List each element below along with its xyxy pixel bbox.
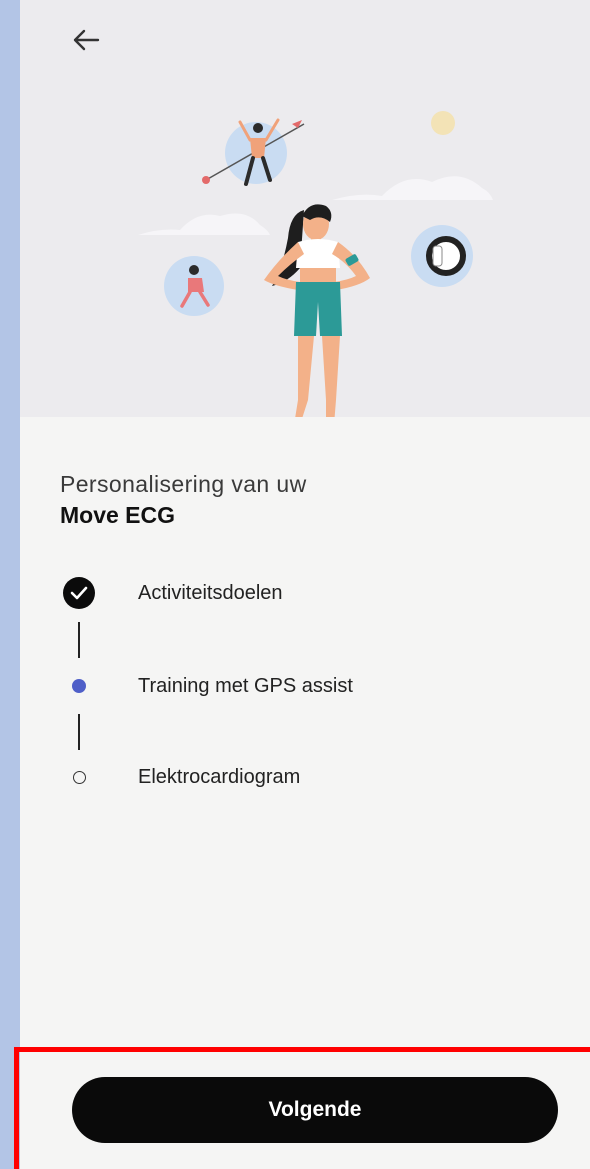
step-current-marker [60, 667, 98, 705]
arrow-left-icon [73, 29, 100, 51]
hero-illustration-area [20, 0, 590, 417]
step-item-activity-goals: Activiteitsdoelen [60, 574, 540, 614]
step-label: Elektrocardiogram [138, 766, 301, 788]
step-completed-marker [60, 574, 98, 612]
device-name-title: Move ECG [60, 502, 176, 528]
check-icon [70, 586, 88, 600]
step-connector-line [78, 622, 80, 658]
fitness-illustration [138, 111, 493, 417]
step-label: Activiteitsdoelen [138, 582, 283, 604]
dot-outline-icon [72, 770, 86, 784]
next-button[interactable]: Volgende [72, 1077, 558, 1143]
back-button[interactable] [64, 20, 108, 60]
setup-subtitle: Personalisering van uw [60, 471, 307, 497]
step-label: Training met GPS assist [138, 675, 353, 697]
onboarding-screen: Personalisering van uw Move ECG Activite… [0, 0, 590, 1169]
step-connector-line [78, 714, 80, 750]
left-edge-strip [0, 0, 20, 1169]
dot-filled-icon [72, 679, 86, 693]
step-pending-marker [60, 758, 98, 796]
step-item-gps-training: Training met GPS assist [60, 667, 540, 707]
step-item-ecg: Elektrocardiogram [60, 758, 540, 798]
